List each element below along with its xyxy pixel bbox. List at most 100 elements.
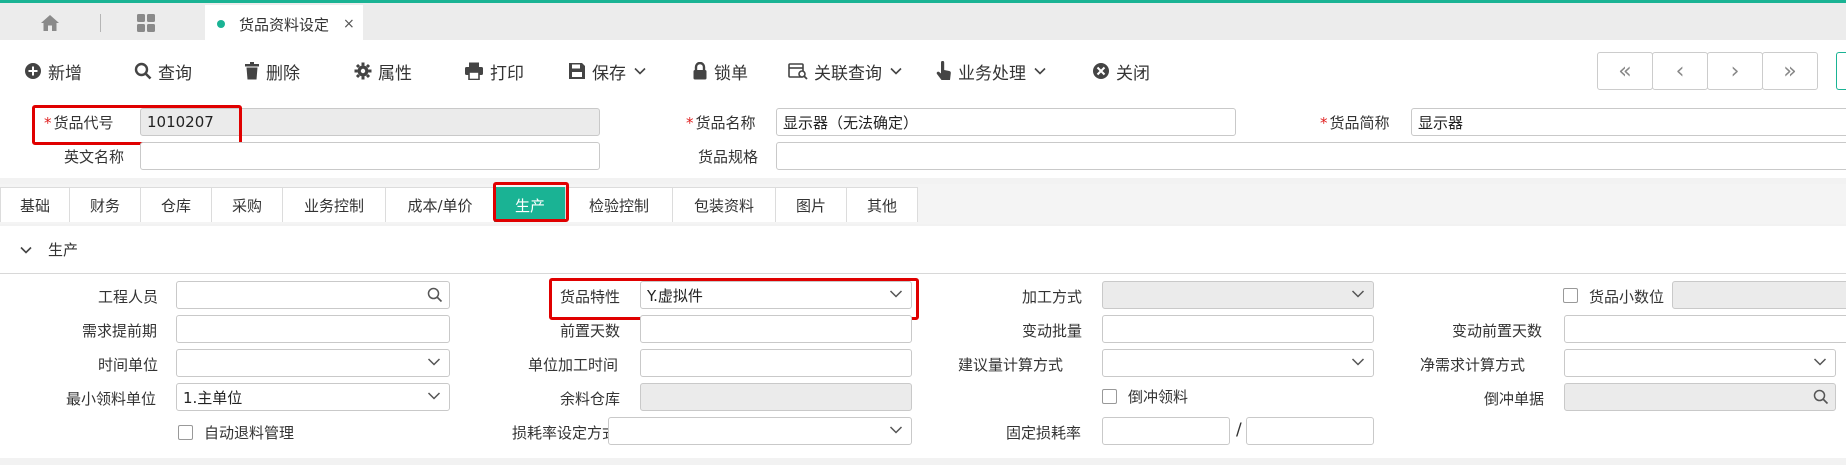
suggest-calc-label: 建议量计算方式 [958,356,1064,374]
engineer-input[interactable] [176,281,450,309]
add-label: 新增 [48,63,82,84]
close-tab-icon[interactable]: × [343,16,355,32]
delete-button[interactable]: 删除 [244,58,300,84]
backflush-label: 倒冲领料 [1128,388,1189,406]
net-calc-select[interactable] [1564,349,1836,377]
grid-icon [137,14,155,32]
tab-images[interactable]: 图片 [775,187,847,222]
auto-return-label: 自动退料管理 [204,424,295,442]
search-icon[interactable] [427,287,443,303]
search-icon [134,62,152,80]
goods-feature-select[interactable]: Y.虚拟件 [640,281,912,309]
lock-icon [693,62,707,80]
process-method-select[interactable] [1102,281,1374,309]
print-button[interactable]: 打印 [464,58,524,84]
gear-icon [354,62,372,80]
loss-mode-select[interactable] [608,417,912,445]
tab-finance[interactable]: 财务 [69,187,141,222]
chevron-down-icon [1351,290,1365,298]
goods-code-input[interactable]: 1010207 [140,108,600,136]
add-button[interactable]: 新增 [24,58,82,84]
tab-basic[interactable]: 基础 [0,187,70,222]
goods-code-label: * 货品代号 [44,114,114,132]
trash-icon [245,62,259,80]
attributes-button[interactable]: 属性 [354,58,412,84]
tab-packaging[interactable]: 包装资料 [672,187,776,222]
goods-spec-input[interactable] [776,142,1846,170]
doc-tab-title: 货品资料设定 [239,15,330,34]
business-process-button[interactable]: 业务处理 [936,58,1052,84]
auto-return-checkbox[interactable] [178,425,193,440]
tab-warehouse[interactable]: 仓库 [140,187,212,222]
fixed-loss-input-b[interactable] [1246,417,1374,445]
lead-time-input[interactable] [176,315,450,343]
chevron-down-icon [1813,358,1827,366]
process-method-label: 加工方式 [1022,288,1083,306]
goods-name-input[interactable]: 显示器（无法确定） [776,108,1236,136]
fixed-loss-input-a[interactable] [1102,417,1230,445]
english-name-input[interactable] [140,142,600,170]
suggest-calc-select[interactable] [1102,349,1374,377]
print-label: 打印 [490,63,524,84]
variable-batch-input[interactable] [1102,315,1374,343]
goods-short-name-label: * 货品简称 [1320,114,1390,132]
lead-time-label: 需求提前期 [82,322,158,340]
query-button[interactable]: 查询 [134,58,192,84]
related-query-button[interactable]: 关联查询 [788,58,908,84]
min-issue-unit-select[interactable]: 1.主单位 [176,383,450,411]
query-label: 查询 [158,63,192,84]
hand-pointer-icon [936,61,951,80]
tab-business-control[interactable]: 业务控制 [282,187,386,222]
record-navigation: « ‹ › » [1597,52,1818,90]
next-record-button[interactable]: › [1707,52,1763,90]
backflush-doc-input[interactable] [1564,383,1836,411]
lock-button[interactable]: 锁单 [692,58,748,84]
goods-decimal-input[interactable] [1672,281,1846,309]
last-record-button[interactable]: » [1762,52,1818,90]
required-mark: * [1320,114,1328,132]
goods-decimal-checkbox[interactable] [1563,288,1578,303]
goods-short-name-input[interactable]: 显示器 [1411,108,1846,136]
search-icon[interactable] [1813,389,1829,405]
chevron-down-icon [427,392,441,400]
save-label: 保存 [592,63,626,84]
var-pre-days-label: 变动前置天数 [1452,322,1543,340]
tab-cost-price[interactable]: 成本/单价 [385,187,495,222]
chevron-down-icon [634,67,646,75]
tab-purchase[interactable]: 采购 [211,187,283,222]
pre-days-label: 前置天数 [560,322,621,340]
close-circle-icon [1093,63,1109,79]
pre-days-input[interactable] [640,315,912,343]
home-tab[interactable] [14,9,86,37]
close-button[interactable]: 关闭 [1092,58,1150,84]
doc-tab-goods-setup[interactable]: 货品资料设定 × [205,5,363,43]
tab-production[interactable]: 生产 [494,187,566,222]
required-mark: * [686,114,694,132]
production-section: 生产 工程人员 需求提前期 时间单位 最小领料单位 1.主单位 自动退料管理 货… [0,226,1846,458]
save-button[interactable]: 保存 [568,58,652,84]
time-unit-select[interactable] [176,349,450,377]
overflow-button[interactable] [1836,52,1846,90]
min-issue-unit-label: 最小领料单位 [66,390,157,408]
goods-decimal-label: 货品小数位 [1589,288,1665,306]
chevron-down-icon [427,358,441,366]
menu-grid-tab[interactable] [110,9,182,37]
unit-process-time-input[interactable] [640,349,912,377]
tab-inspection-control[interactable]: 检验控制 [565,187,673,222]
var-pre-days-input[interactable] [1564,315,1846,343]
loss-mode-label: 损耗率设定方式 [512,424,618,442]
first-record-button[interactable]: « [1597,52,1653,90]
backflush-checkbox[interactable] [1102,389,1117,404]
section-title: 生产 [48,241,79,259]
printer-icon [465,62,483,80]
english-name-label: 英文名称 [64,148,125,166]
prev-record-button[interactable]: ‹ [1652,52,1708,90]
required-mark: * [44,114,52,132]
home-icon [41,15,59,31]
scrap-warehouse-input[interactable] [640,383,912,411]
section-tabs: 基础 财务 仓库 采购 业务控制 成本/单价 生产 检验控制 包装资料 图片 其… [0,182,1846,224]
window-tab-bar: 货品资料设定 × [0,0,1846,43]
tab-other[interactable]: 其他 [846,187,918,222]
engineer-label: 工程人员 [98,288,159,306]
section-header[interactable]: 生产 [0,226,1846,274]
